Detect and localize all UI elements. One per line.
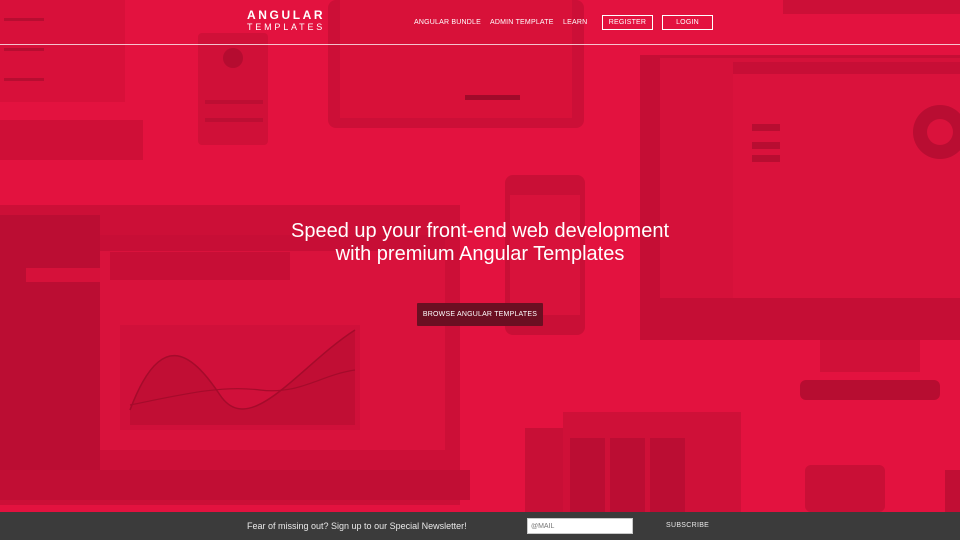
login-button[interactable]: LOGIN [662, 15, 713, 30]
brand-logo[interactable]: ANGULAR TEMPLATES [247, 9, 325, 33]
nav-link-angular-bundle[interactable]: ANGULAR BUNDLE [414, 15, 481, 30]
brand-logo-line1: ANGULAR [247, 8, 326, 22]
brand-logo-line2: TEMPLATES [247, 22, 326, 32]
subscribe-button[interactable]: SUBSCRIBE [666, 512, 709, 540]
hero-heading: Speed up your front-end web development … [290, 220, 670, 265]
nav-link-admin-template[interactable]: ADMIN TEMPLATE [490, 15, 554, 30]
register-button[interactable]: REGISTER [602, 15, 653, 30]
nav-link-learn[interactable]: LEARN [563, 15, 587, 30]
top-navbar: ANGULAR TEMPLATES ANGULAR BUNDLE ADMIN T… [0, 0, 960, 45]
newsletter-message: Fear of missing out? Sign up to our Spec… [247, 521, 467, 531]
device-mockups-background [0, 0, 960, 540]
email-input[interactable] [527, 518, 633, 534]
mockup-phone-top [198, 33, 268, 145]
newsletter-bar: Fear of missing out? Sign up to our Spec… [0, 512, 960, 540]
browse-templates-button[interactable]: BROWSE ANGULAR TEMPLATES [417, 303, 543, 326]
